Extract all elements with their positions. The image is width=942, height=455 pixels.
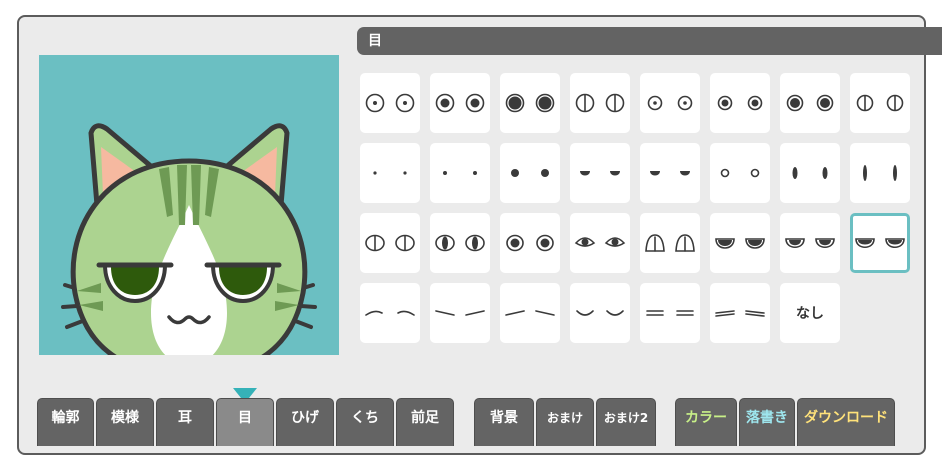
tab-front-paws[interactable]: 前足 (396, 398, 454, 446)
eye-style-icon (792, 167, 828, 179)
section-header: 目 (357, 27, 942, 55)
eye-option-tile[interactable] (430, 73, 490, 133)
eye-style-icon (365, 234, 415, 252)
tab-outline[interactable]: 輪郭 (37, 398, 94, 446)
cat-preview (39, 55, 339, 355)
eye-style-icon (574, 237, 626, 247)
eye-style-icon (856, 94, 904, 112)
eye-option-tile[interactable] (430, 143, 490, 203)
eye-option-tile[interactable] (360, 143, 420, 203)
eye-option-tile[interactable] (570, 143, 630, 203)
eye-style-icon (576, 310, 624, 316)
eye-style-icon (855, 238, 905, 249)
eye-option-tile[interactable] (850, 143, 910, 203)
eye-option-tile[interactable]: なし (780, 283, 840, 343)
eye-style-icon (715, 310, 765, 317)
eye-style-icon (575, 93, 625, 113)
eye-option-tile[interactable] (360, 73, 420, 133)
eye-style-icon (647, 95, 693, 111)
eye-option-tile[interactable] (360, 213, 420, 273)
eye-style-icon (505, 310, 555, 316)
eye-option-label: なし (796, 306, 824, 322)
eye-option-tile[interactable] (500, 283, 560, 343)
eye-style-icon (650, 171, 690, 176)
eye-option-tile[interactable] (710, 283, 770, 343)
eye-option-tile[interactable] (360, 283, 420, 343)
eye-style-icon (646, 310, 694, 316)
tab-eyes[interactable]: 目 (216, 398, 274, 446)
eye-option-tile[interactable] (500, 143, 560, 203)
tab-extras-2[interactable]: おまけ2 (596, 398, 656, 446)
eye-option-tile[interactable] (780, 213, 840, 273)
eye-style-icon (435, 93, 485, 113)
eye-style-icon (785, 238, 835, 249)
eye-style-icon (786, 94, 834, 112)
tab-background[interactable]: 背景 (474, 398, 534, 446)
eye-style-icon (717, 95, 763, 111)
eye-option-tile[interactable] (500, 213, 560, 273)
eye-option-tile-selected[interactable] (850, 213, 910, 273)
tab-whiskers[interactable]: ひげ (276, 398, 334, 446)
tab-color[interactable]: カラー (675, 398, 737, 446)
eye-option-tile[interactable] (780, 73, 840, 133)
eye-style-icon (435, 310, 485, 316)
eye-style-icon (511, 169, 549, 177)
tab-pattern[interactable]: 模様 (96, 398, 154, 446)
eye-option-tile[interactable] (570, 73, 630, 133)
cat-face-preview (61, 123, 317, 355)
eye-option-tile[interactable] (640, 143, 700, 203)
eye-option-tile[interactable] (640, 213, 700, 273)
eye-option-tile[interactable] (570, 213, 630, 273)
eye-style-icon (506, 234, 554, 252)
eye-option-tile[interactable] (640, 283, 700, 343)
eye-option-tile[interactable] (710, 213, 770, 273)
eye-option-tile[interactable] (780, 143, 840, 203)
eye-style-icon (505, 93, 555, 113)
eye-style-icon (715, 238, 765, 249)
eye-style-icon (435, 234, 485, 252)
eye-option-tile[interactable] (710, 143, 770, 203)
eye-option-tile[interactable] (500, 73, 560, 133)
eye-style-icon (580, 171, 620, 176)
eye-style-icon (365, 310, 415, 316)
eye-option-tile[interactable] (570, 283, 630, 343)
eye-style-icon (720, 168, 760, 178)
tab-extras[interactable]: おまけ (536, 398, 594, 446)
eye-option-tile[interactable] (850, 73, 910, 133)
eye-style-icon (645, 234, 695, 252)
eye-style-icon (365, 93, 415, 113)
tab-graffiti[interactable]: 落書き (739, 398, 795, 446)
eye-style-icon (373, 171, 407, 175)
tab-download[interactable]: ダウンロード (797, 398, 895, 446)
eye-option-tile[interactable] (640, 73, 700, 133)
eye-option-tile[interactable] (430, 213, 490, 273)
eye-style-icon (443, 171, 477, 175)
tab-ears[interactable]: 耳 (156, 398, 214, 446)
eye-option-tile[interactable] (430, 283, 490, 343)
tab-mouth[interactable]: くち (336, 398, 394, 446)
eye-style-icon (863, 165, 897, 181)
eye-option-tile[interactable] (710, 73, 770, 133)
